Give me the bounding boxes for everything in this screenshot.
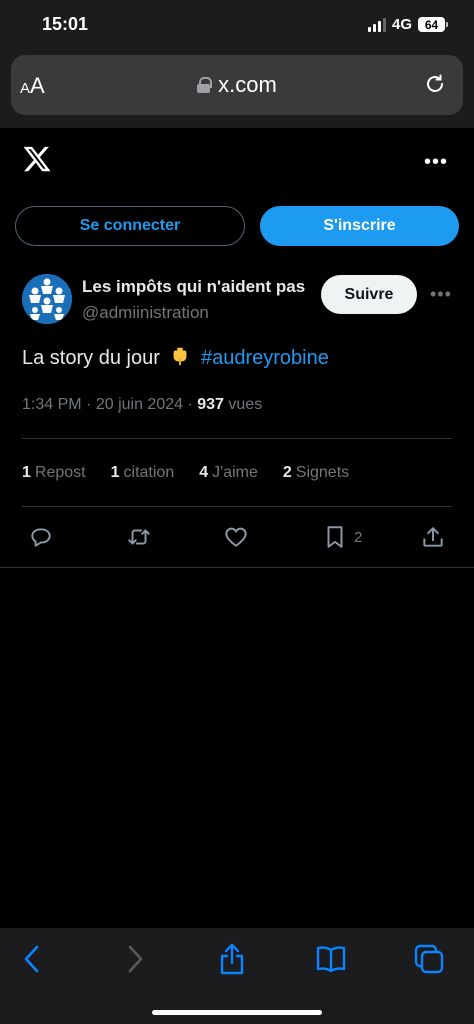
bookmarks-icon[interactable] — [314, 942, 348, 976]
tweet-date[interactable]: 20 juin 2024 — [96, 396, 183, 413]
battery-level: 64 — [418, 17, 445, 32]
stat-quotes[interactable]: 1 citation — [111, 464, 175, 482]
stat-likes[interactable]: 4 J'aime — [199, 464, 258, 482]
bookmark-icon — [327, 526, 343, 548]
signup-button[interactable]: S'inscrire — [260, 206, 459, 246]
x-logo-icon[interactable] — [21, 144, 53, 174]
reply-button[interactable] — [28, 522, 54, 552]
browser-bottom-bar — [0, 928, 474, 1024]
view-label: vues — [228, 396, 263, 413]
bookmark-count: 2 — [354, 528, 363, 546]
share-button[interactable] — [420, 522, 446, 552]
share-icon — [423, 527, 443, 547]
follow-button[interactable]: Suivre — [321, 275, 417, 314]
lock-icon — [197, 77, 213, 93]
like-button[interactable] — [223, 522, 249, 552]
url-text: x.com — [218, 72, 277, 97]
repost-icon — [128, 529, 150, 545]
bookmark-button[interactable]: 2 — [322, 522, 362, 552]
tabs-icon[interactable] — [412, 942, 446, 976]
hashtag-link[interactable]: #audreyrobine — [201, 347, 329, 369]
author-handle[interactable]: @admiinistration — [82, 303, 209, 323]
status-time: 15:01 — [42, 14, 89, 34]
author-display-name[interactable]: Les impôts qui n'aident pas — [82, 277, 310, 297]
tweet-text-body: La story du jour — [22, 347, 160, 369]
reload-icon[interactable] — [423, 72, 447, 96]
status-indicators: 4G 64 — [367, 16, 448, 33]
home-indicator[interactable] — [152, 1010, 322, 1015]
battery-icon: 64 — [418, 17, 448, 32]
reply-icon — [31, 528, 51, 547]
tweet-more-icon[interactable]: ••• — [430, 284, 452, 305]
status-bar: 15:01 4G 64 — [0, 0, 474, 50]
divider — [0, 567, 474, 568]
header-more-icon[interactable]: ••• — [424, 151, 448, 174]
engagement-stats: 1 Repost 1 citation 4 J'aime 2 Signets — [22, 464, 374, 482]
divider — [22, 438, 452, 439]
forward-icon[interactable] — [117, 942, 151, 976]
divider — [22, 506, 452, 507]
url-display[interactable]: x.com — [11, 72, 463, 98]
stat-reposts[interactable]: 1 Repost — [22, 464, 86, 482]
network-type: 4G — [391, 16, 412, 33]
login-button[interactable]: Se connecter — [15, 206, 245, 246]
view-count: 937 — [197, 396, 224, 413]
cellular-signal-icon — [367, 17, 386, 32]
back-icon[interactable] — [16, 942, 50, 976]
stat-bookmarks[interactable]: 2 Signets — [283, 464, 349, 482]
heart-icon — [225, 527, 247, 547]
avatar[interactable] — [22, 274, 72, 324]
tweet-meta: 1:34 PM · 20 juin 2024 · 937 vues — [22, 396, 263, 413]
repost-button[interactable] — [126, 522, 152, 552]
avatar-logo-icon — [22, 274, 72, 324]
tweet-text: La story du jour #audreyrobine — [22, 345, 329, 370]
address-bar[interactable]: AA x.com — [11, 55, 463, 115]
share-sheet-icon[interactable] — [215, 942, 249, 976]
tweet-time[interactable]: 1:34 PM — [22, 396, 82, 413]
tweet-actions: 2 — [0, 522, 474, 554]
pointing-down-emoji-icon — [174, 347, 187, 366]
browser-toolbar: AA x.com — [0, 50, 474, 128]
